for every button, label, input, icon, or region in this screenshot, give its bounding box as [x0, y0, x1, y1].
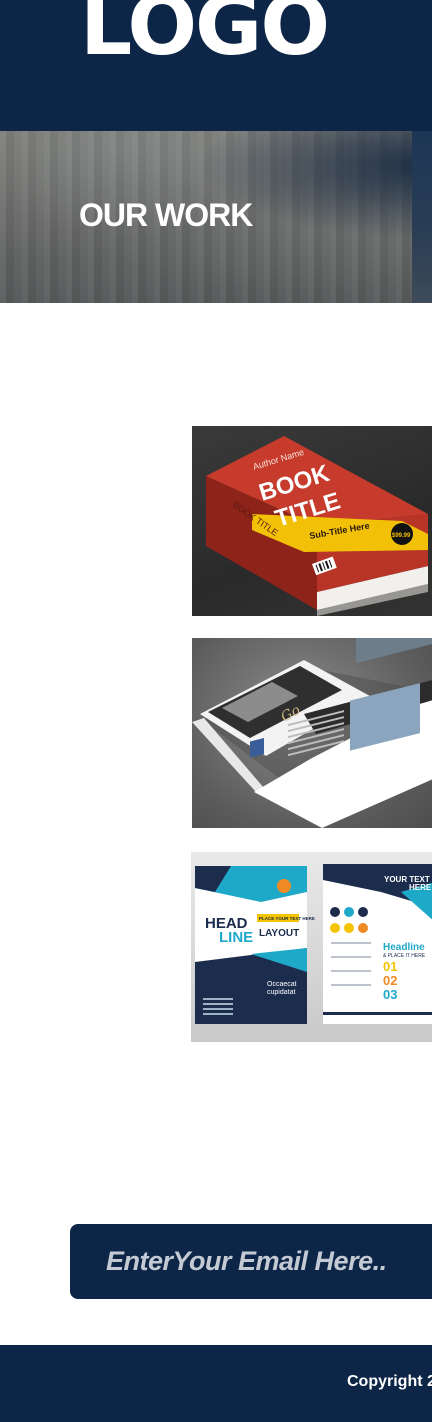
newsletter-form [70, 1224, 432, 1299]
site-header: LOGO [0, 0, 432, 131]
hero-background-edge [412, 131, 432, 303]
work-item-flyer[interactable]: HEAD LINE PLACE YOUR TEXT HERE LAYOUT Oc… [191, 852, 432, 1042]
copyright-text: Copyright 2 [347, 1373, 432, 1390]
flyer-layout-label: LAYOUT [259, 928, 299, 939]
flyer-tagline-1: Occaecat [267, 981, 297, 988]
brochure-mockup-image: Go [192, 638, 432, 828]
flyer-headline-2: LINE [219, 929, 253, 946]
logo[interactable]: LOGO [80, 0, 330, 68]
email-field[interactable] [70, 1224, 432, 1299]
flyer-place-text: PLACE YOUR TEXT HERE [259, 916, 315, 921]
flyer-number-3: 03 [383, 987, 397, 1002]
book-mockup-image: $99.99 Author Name BOOK TITLE Sub-Title … [206, 436, 428, 616]
work-item-book-cover[interactable]: $99.99 Author Name BOOK TITLE Sub-Title … [192, 426, 432, 616]
book-price-label: $99.99 [392, 533, 411, 539]
page-title: OUR WORK [79, 197, 253, 233]
flyer-number-1: 01 [383, 959, 397, 974]
site-footer: Copyright 2 [0, 1345, 432, 1422]
work-item-brochure[interactable]: Go [192, 638, 432, 828]
flyer-headline-right: Headline [383, 942, 425, 953]
flyer-your-text-2: HERE [409, 883, 432, 892]
flyer-mockup-image: HEAD LINE PLACE YOUR TEXT HERE LAYOUT Oc… [195, 864, 432, 1024]
flyer-tagline-2: cupidatat [267, 989, 295, 996]
flyer-number-2: 02 [383, 973, 397, 988]
hero-banner: OUR WORK [0, 131, 432, 303]
